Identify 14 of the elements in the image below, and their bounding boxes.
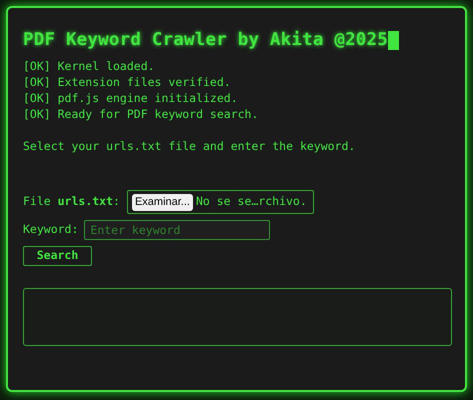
instruction-text: Select your urls.txt file and enter the keyword. [23, 138, 356, 154]
file-field[interactable]: Examinar... No se se…rchivo. [126, 190, 314, 214]
log-line: [OK] Ready for PDF keyword search. [23, 106, 260, 122]
text-cursor [388, 30, 400, 50]
log-line: [OK] Extension files verified. [23, 74, 232, 90]
keyword-label: Keyword: [23, 221, 78, 238]
browse-button[interactable]: Examinar... [132, 194, 193, 210]
search-button[interactable]: Search [23, 246, 92, 266]
file-label: File urls.txt: [23, 193, 120, 210]
keyword-field[interactable]: Enter keyword [84, 220, 270, 240]
log-line: [OK] Kernel loaded. [23, 58, 156, 74]
log-line: [OK] pdf.js engine initialized. [23, 90, 239, 106]
file-status: No se se…rchivo. [196, 193, 308, 210]
app-title: PDF Keyword Crawler by Akita @2025 [23, 29, 388, 52]
